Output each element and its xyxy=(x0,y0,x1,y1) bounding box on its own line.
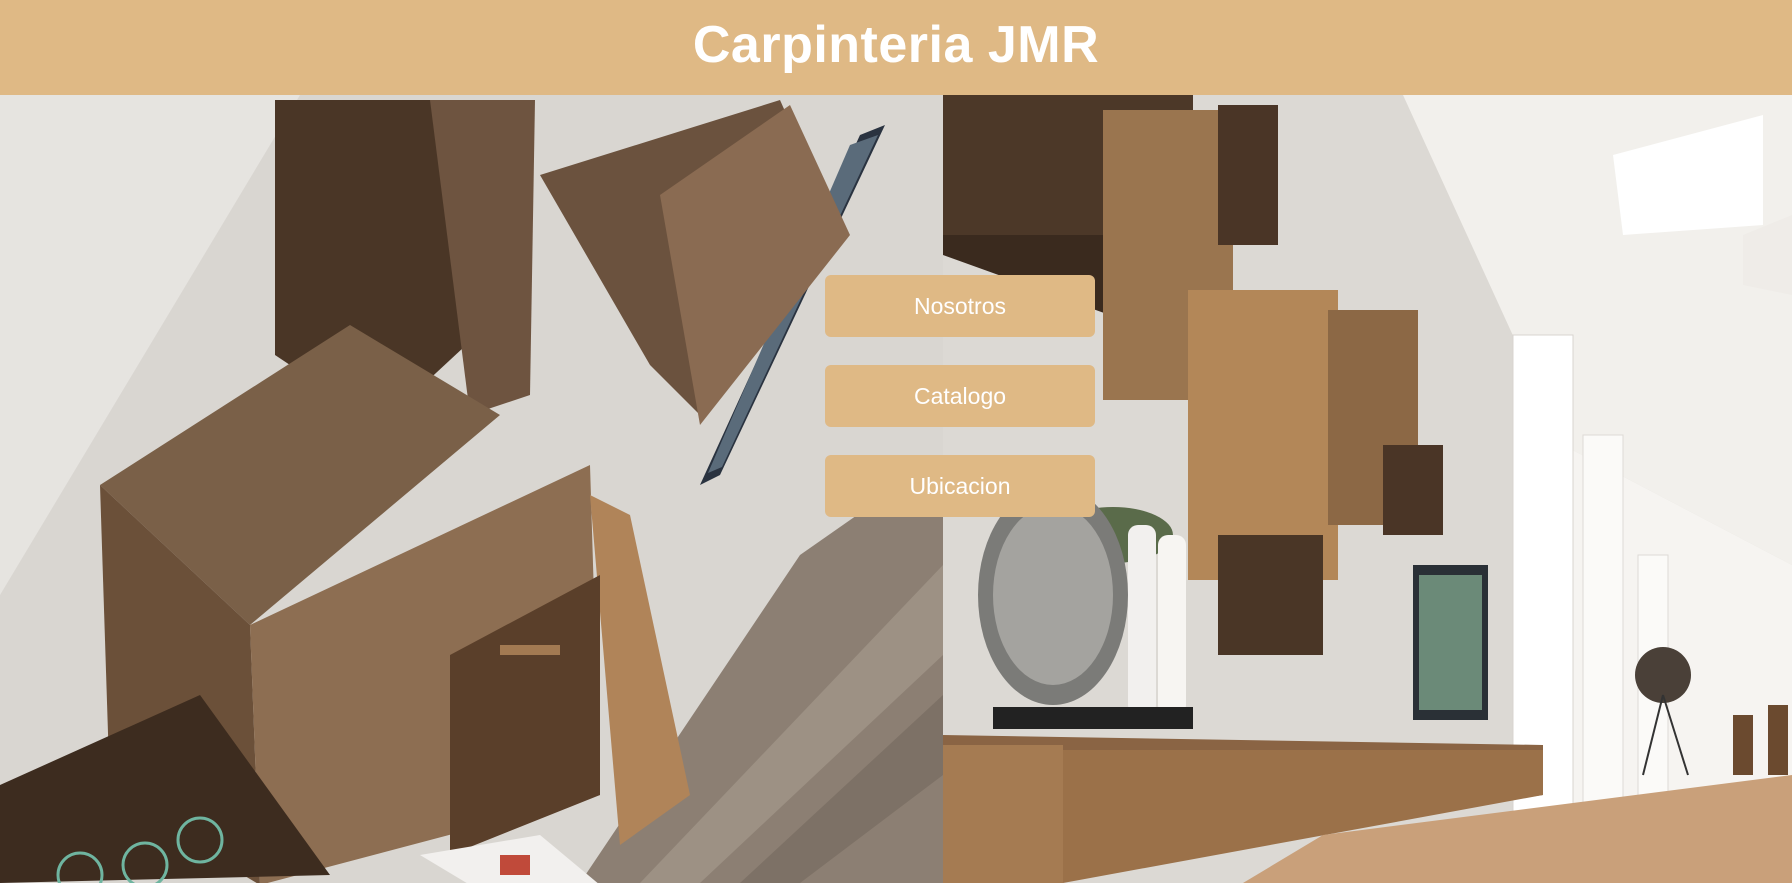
hero-image-left xyxy=(0,95,943,883)
site-header: Carpinteria JMR xyxy=(0,0,1792,95)
ubicacion-button[interactable]: Ubicacion xyxy=(825,455,1095,517)
nosotros-button[interactable]: Nosotros xyxy=(825,275,1095,337)
catalogo-button[interactable]: Catalogo xyxy=(825,365,1095,427)
nav-buttons: Nosotros Catalogo Ubicacion xyxy=(825,275,1095,545)
site-title: Carpinteria JMR xyxy=(692,15,1100,74)
